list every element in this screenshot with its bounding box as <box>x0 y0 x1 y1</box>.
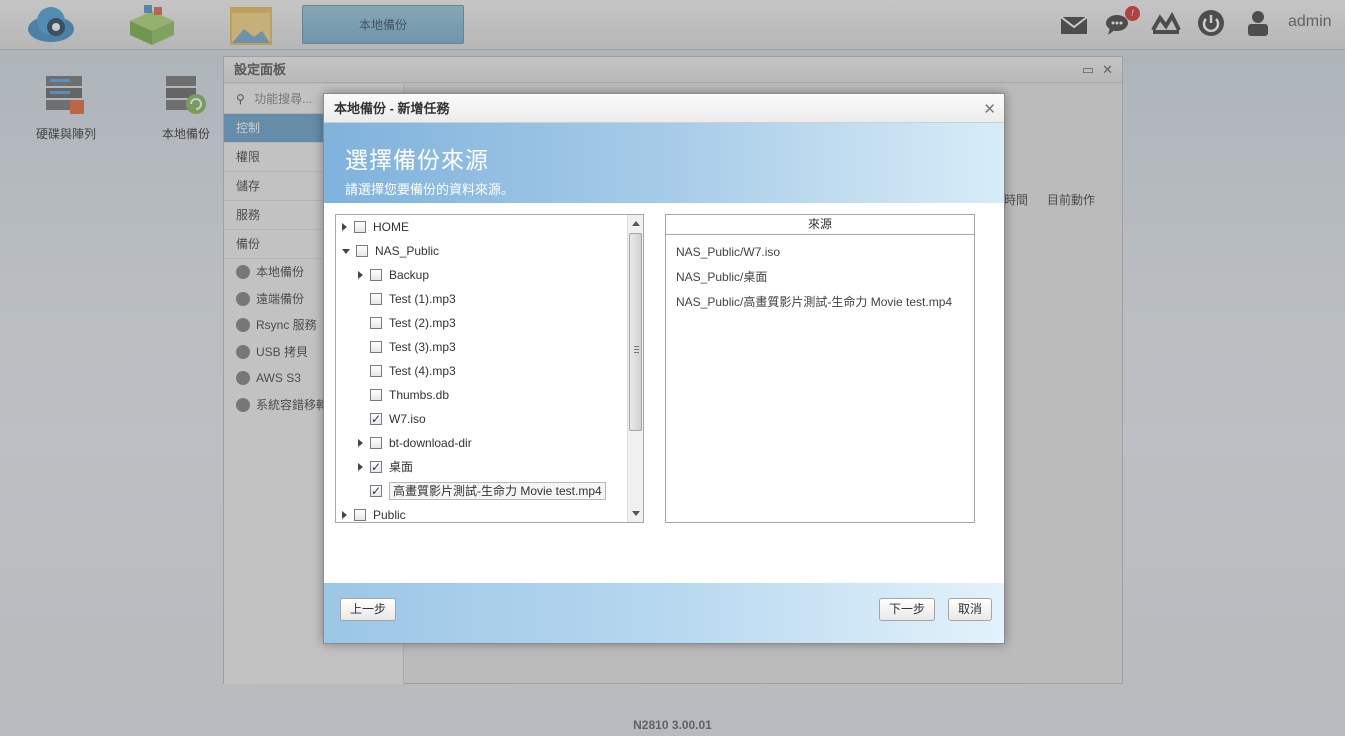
tree-row[interactable]: Test (3).mp3 <box>358 335 456 359</box>
close-icon[interactable]: ✕ <box>983 100 996 118</box>
tree-row[interactable]: Test (2).mp3 <box>358 311 456 335</box>
tree-row[interactable]: HOME <box>342 215 409 239</box>
tree-row-label: 高畫質影片測試-生命力 Movie test.mp4 <box>389 482 606 500</box>
source-tree[interactable]: HOME NAS_Public Backup Test (1).mp3 Test (2)… <box>335 214 644 523</box>
prev-button[interactable]: 上一步 <box>340 598 397 621</box>
tree-row[interactable]: bt-download-dir <box>358 431 472 455</box>
scroll-down-icon[interactable] <box>632 511 640 516</box>
expand-arrow-icon[interactable] <box>342 511 347 519</box>
tree-row[interactable]: Backup <box>358 263 429 287</box>
tree-row[interactable]: Thumbs.db <box>358 383 449 407</box>
tree-row[interactable]: 桌面 <box>358 455 413 479</box>
tree-checkbox[interactable] <box>356 245 368 257</box>
dialog-heading: 選擇備份來源 <box>345 148 489 174</box>
tree-row[interactable]: 高畫質影片測試-生命力 Movie test.mp4 <box>358 479 606 503</box>
tree-checkbox[interactable] <box>370 389 382 401</box>
tree-row-label: W7.iso <box>389 412 426 426</box>
tree-row-label: Test (2).mp3 <box>389 316 456 330</box>
source-item: NAS_Public/桌面 <box>676 270 768 284</box>
tree-checkbox[interactable] <box>370 365 382 377</box>
new-task-dialog: 本地備份 - 新增任務 ✕ 選擇備份來源 請選擇您要備份的資料來源。 HOME N… <box>323 93 1005 644</box>
expand-arrow-icon[interactable] <box>342 223 347 231</box>
source-item: NAS_Public/W7.iso <box>676 245 781 259</box>
tree-checkbox[interactable] <box>370 479 382 503</box>
tree-row[interactable]: Test (1).mp3 <box>358 287 456 311</box>
expand-arrow-icon[interactable] <box>358 271 363 279</box>
scroll-thumb[interactable] <box>629 233 642 431</box>
tree-row-label: Backup <box>389 268 430 282</box>
tree-row[interactable]: NAS_Public <box>342 239 439 263</box>
tree-row[interactable]: W7.iso <box>358 407 426 431</box>
scroll-up-icon[interactable] <box>632 221 640 226</box>
expand-arrow-icon[interactable] <box>358 439 363 447</box>
source-item: NAS_Public/高畫質影片測試-生命力 Movie test.mp4 <box>676 295 953 309</box>
source-column-header: 來源 <box>666 215 974 235</box>
tree-checkbox[interactable] <box>370 455 382 479</box>
tree-row-label: NAS_Public <box>375 244 440 258</box>
tree-checkbox[interactable] <box>370 269 382 281</box>
tree-row-label: HOME <box>373 220 409 234</box>
tree-checkbox[interactable] <box>370 341 382 353</box>
tree-row-label: bt-download-dir <box>389 436 472 450</box>
tree-row-label: Thumbs.db <box>389 388 450 402</box>
dialog-title: 本地備份 - 新增任務 <box>324 94 1004 123</box>
collapse-arrow-icon[interactable] <box>342 248 350 254</box>
dialog-footer: 上一步 下一步 取消 <box>324 583 1004 643</box>
expand-arrow-icon[interactable] <box>358 463 363 471</box>
tree-scrollbar[interactable] <box>627 215 643 522</box>
tree-row[interactable]: Public <box>342 503 406 522</box>
cancel-button[interactable]: 取消 <box>948 598 993 621</box>
dialog-banner: 選擇備份來源 請選擇您要備份的資料來源。 <box>324 123 1004 203</box>
next-button[interactable]: 下一步 <box>879 598 936 621</box>
tree-checkbox[interactable] <box>354 221 366 233</box>
tree-checkbox[interactable] <box>370 407 382 431</box>
tree-checkbox[interactable] <box>370 293 382 305</box>
dialog-subheading: 請選擇您要備份的資料來源。 <box>345 182 515 197</box>
tree-row-label: Test (3).mp3 <box>389 340 456 354</box>
tree-row-label: Test (1).mp3 <box>389 292 456 306</box>
tree-row-label: Public <box>373 508 406 522</box>
tree-row[interactable]: Test (4).mp3 <box>358 359 456 383</box>
tree-checkbox[interactable] <box>370 437 382 449</box>
tree-row-label: 桌面 <box>389 460 414 474</box>
selected-source-list: 來源 NAS_Public/W7.iso NAS_Public/桌面 NAS_P… <box>665 214 975 523</box>
tree-row-label: Test (4).mp3 <box>389 364 456 378</box>
tree-checkbox[interactable] <box>354 509 366 521</box>
tree-checkbox[interactable] <box>370 317 382 329</box>
